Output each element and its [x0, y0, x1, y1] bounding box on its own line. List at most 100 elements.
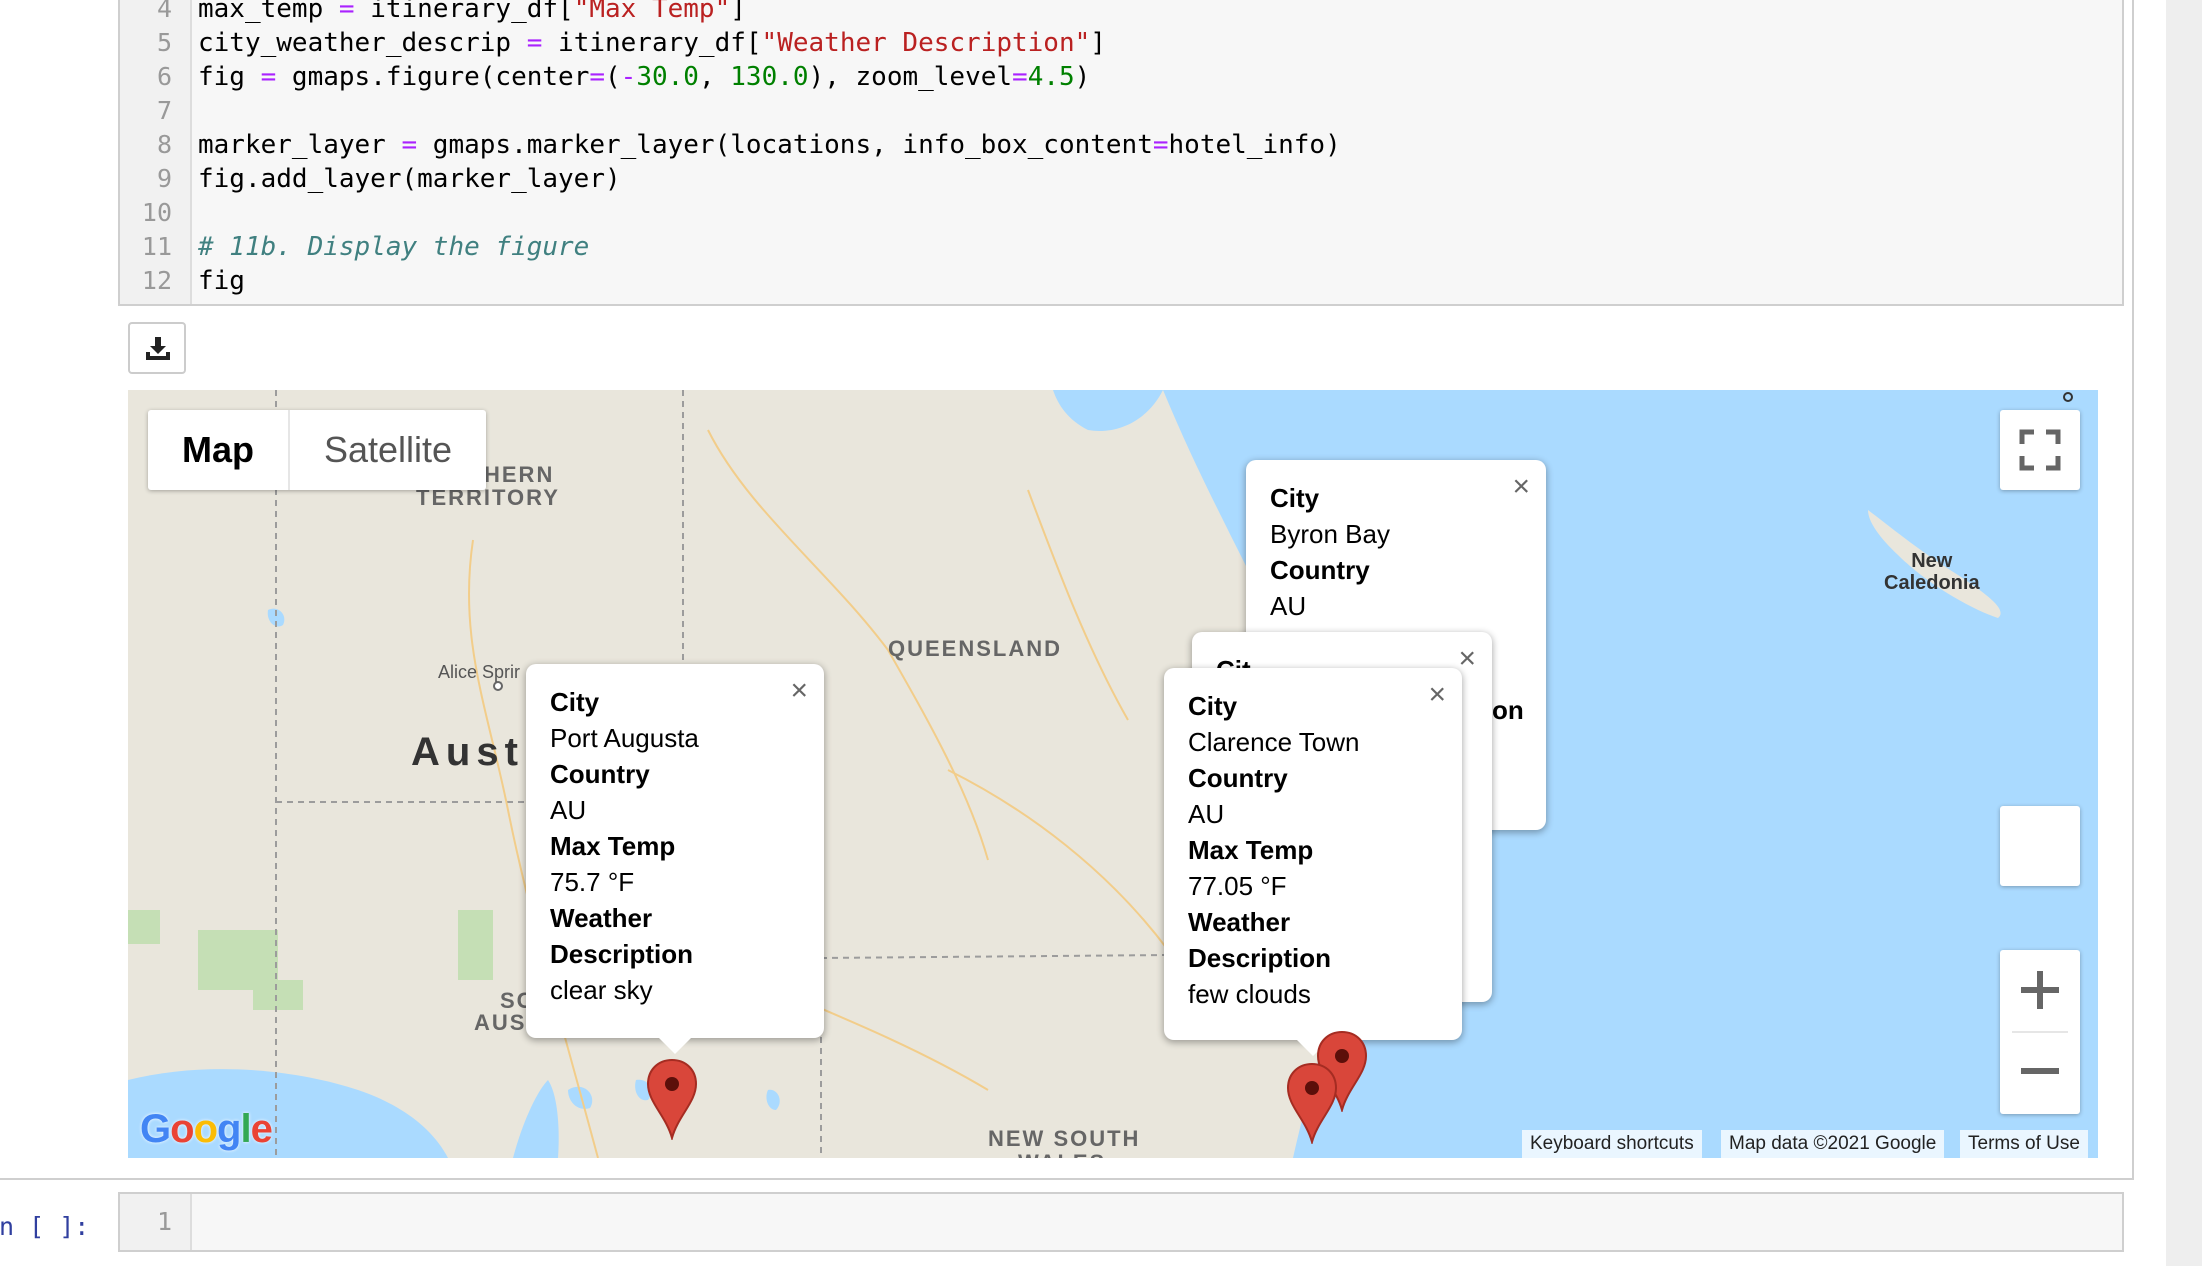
input-prompt: In [ ]: [0, 1212, 90, 1241]
info-value-weather-description: clear sky [550, 975, 653, 1005]
label-south-australia-2: AUS [474, 1010, 527, 1035]
code-token: = [589, 62, 606, 92]
label-new-caledonia: New Caledonia [1884, 550, 1980, 594]
terms-of-use-link[interactable]: Terms of Use [1960, 1130, 2088, 1158]
info-fragment: on [1492, 695, 1524, 725]
info-value-country: AU [1270, 591, 1307, 621]
google-logo: Google [140, 1107, 273, 1152]
info-value-city: Port Augusta [550, 723, 699, 753]
pegman-button[interactable] [2000, 806, 2080, 886]
zoom-control [2000, 950, 2080, 1114]
info-value-city: Byron Bay [1270, 519, 1390, 549]
code-token: ( [605, 62, 621, 92]
line-number: 12 [141, 266, 172, 295]
code-token: fig [198, 62, 261, 92]
minus-icon [2021, 1068, 2059, 1074]
code-token: ] [1090, 28, 1106, 58]
line-number: 6 [156, 62, 172, 91]
info-key-weather-description: Weather Description [1188, 907, 1332, 973]
info-key-max-temp: Max Temp [550, 831, 676, 861]
info-key-city: City [1188, 691, 1238, 721]
code-token: - [620, 62, 637, 92]
info-value-max-temp: 77.05 °F [1188, 871, 1287, 901]
map-marker-port-augusta[interactable] [646, 1058, 698, 1140]
code-text: fig = gmaps.figure(center=(-30.0, 130.0)… [198, 60, 1090, 94]
google-logo-letter: o [170, 1107, 194, 1151]
code-text: # 11b. Display the figure [198, 230, 589, 264]
line-number-gutter: 1 [120, 1194, 192, 1250]
map-type-satellite-button[interactable]: Satellite [290, 410, 486, 490]
fullscreen-icon [2019, 429, 2061, 471]
code-token: = [1012, 62, 1028, 92]
info-window-clarence-town[interactable]: City Clarence Town Country AU Max Temp 7… [1164, 668, 1462, 1056]
code-token: itinerary_df[ [542, 28, 762, 58]
zoom-in-button[interactable] [2000, 950, 2080, 1030]
label-alice-springs: Alice Sprir [438, 662, 521, 682]
label-new-caledonia-1: New [1911, 550, 1953, 572]
fullscreen-button[interactable] [2000, 410, 2080, 490]
code-token: fig [198, 266, 245, 296]
info-key-weather-description: Weather Description [550, 903, 694, 969]
code-token: gmaps.figure(center [276, 62, 590, 92]
info-window-close-button[interactable]: × [1512, 470, 1530, 504]
code-token: max_temp [198, 0, 339, 24]
info-window-close-button[interactable]: × [1458, 642, 1476, 676]
code-token: = [1152, 130, 1169, 160]
gmaps-figure[interactable]: HERN TERRITORY QUEENSLAND Austr Alice Sp… [128, 390, 2098, 1158]
line-number: 8 [156, 130, 172, 159]
code-cell[interactable]: 4 5 6 7 8 9 10 11 12 max_temp = itinerary_df[ "Ma… [118, 0, 2124, 306]
google-logo-letter: G [140, 1107, 171, 1151]
line-number: 9 [156, 164, 172, 193]
zoom-out-button[interactable] [2000, 1034, 2080, 1114]
keyboard-shortcuts-link[interactable]: Keyboard shortcuts [1522, 1130, 1702, 1158]
info-key-country: Country [550, 759, 650, 789]
line-number: 5 [156, 28, 172, 57]
window-scrollbar-gutter[interactable] [2166, 0, 2202, 1266]
info-window-close-button[interactable]: × [790, 674, 808, 708]
code-token: = [526, 28, 543, 58]
label-new-south-wales-1: NEW SOUTH [988, 1126, 1141, 1151]
code-token: "Weather Description" [761, 28, 1091, 58]
google-logo-letter: g [217, 1107, 241, 1151]
download-tray-icon [146, 337, 170, 360]
line-number: 1 [156, 1207, 172, 1236]
line-number: 4 [156, 0, 172, 23]
google-logo-letter: o [193, 1107, 218, 1151]
line-number: 10 [141, 198, 172, 227]
info-value-weather-description: few clouds [1188, 979, 1311, 1009]
code-token: gmaps.marker_layer(locations, info_box_c… [417, 130, 1153, 160]
map-marker-clarence-town[interactable] [1286, 1062, 1338, 1144]
code-token: , [698, 62, 731, 92]
info-value-city: Clarence Town [1188, 727, 1360, 757]
line-number: 7 [156, 96, 172, 125]
code-token: ] [730, 0, 746, 24]
map-type-control: Map Satellite [148, 410, 487, 490]
label-new-caledonia-2: Caledonia [1884, 572, 1980, 594]
code-token: 130.0 [730, 62, 809, 92]
info-value-max-temp: 75.7 °F [550, 867, 635, 897]
code-token: fig.add_layer(marker_layer) [198, 164, 621, 194]
info-value-country: AU [550, 795, 587, 825]
label-new-south-wales-2: WALES [1018, 1150, 1106, 1158]
code-token: 30.0 [636, 62, 699, 92]
label-queensland: QUEENSLAND [888, 636, 1063, 661]
code-token: # 11b. Display the figure [198, 232, 590, 262]
code-token: hotel_info) [1168, 130, 1341, 160]
google-logo-letter: e [250, 1107, 273, 1151]
code-text: marker_layer = gmaps.marker_layer(locati… [198, 128, 1341, 162]
info-key-city: City [1270, 483, 1320, 513]
code-token: marker_layer [198, 130, 402, 160]
code-token: = [401, 130, 418, 160]
download-map-button[interactable] [128, 322, 186, 374]
empty-code-cell[interactable]: 1 [118, 1192, 2124, 1252]
info-key-city: City [550, 687, 600, 717]
map-type-map-button[interactable]: Map [148, 410, 290, 490]
line-number: 11 [141, 232, 172, 261]
code-token: = [338, 0, 355, 24]
info-window-close-button[interactable]: × [1428, 678, 1446, 712]
info-key-country: Country [1188, 763, 1288, 793]
google-logo-letter: l [240, 1107, 251, 1151]
info-window-port-augusta[interactable]: City Port Augusta Country AU Max Temp 75… [526, 664, 824, 1054]
info-value-country: AU [1188, 799, 1225, 829]
code-token: "Max Temp" [573, 0, 731, 24]
